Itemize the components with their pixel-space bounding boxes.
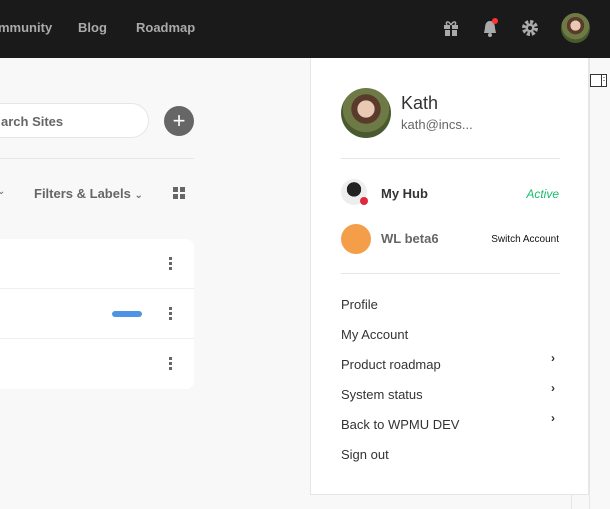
menu-back-to-wpmu-dev[interactable]: Back to WPMU DEV (341, 417, 459, 432)
hub-avatar (341, 179, 368, 205)
menu-system-status[interactable]: System status (341, 387, 423, 402)
divider (341, 273, 560, 274)
chevron-down-icon[interactable]: ⌄ (0, 186, 5, 197)
more-options-icon[interactable] (168, 257, 174, 272)
divider (0, 158, 194, 159)
nav-community[interactable]: mmunity (0, 20, 52, 35)
profile-avatar (341, 88, 391, 138)
hub-name: WL beta6 (381, 231, 439, 246)
user-email: kath@incs... (401, 117, 473, 132)
hub-name[interactable]: My Hub (381, 186, 428, 201)
chevron-down-icon: ⌄ (134, 190, 143, 201)
nav-blog[interactable]: Blog (78, 20, 107, 35)
chevron-right-icon: › (551, 381, 555, 395)
switch-account-button[interactable]: Switch Account (491, 234, 559, 245)
chevron-right-icon: › (551, 411, 555, 425)
more-options-icon[interactable] (168, 307, 174, 322)
sites-list (0, 239, 194, 389)
divider (341, 158, 560, 159)
bell-icon[interactable] (480, 18, 500, 38)
menu-product-roadmap[interactable]: Product roadmap (341, 357, 441, 372)
more-options-icon[interactable] (168, 357, 174, 372)
hub-avatar (341, 224, 371, 254)
menu-my-account[interactable]: My Account (341, 327, 408, 342)
site-row[interactable] (0, 239, 194, 289)
account-dropdown: Kath kath@incs... My Hub Active WL beta6… (310, 58, 589, 495)
panel-toggle-icon[interactable] (590, 74, 608, 88)
add-site-button[interactable]: + (164, 106, 194, 136)
grid-view-icon[interactable] (173, 187, 185, 199)
search-sites-input[interactable]: arch Sites (0, 103, 149, 138)
chevron-right-icon: › (551, 351, 555, 365)
site-row[interactable] (0, 339, 194, 389)
filters-label: Filters & Labels (34, 186, 131, 201)
site-row[interactable] (0, 289, 194, 339)
gear-icon[interactable] (520, 18, 540, 38)
divider (571, 495, 572, 509)
top-navbar: mmunity Blog Roadmap (0, 0, 610, 58)
menu-sign-out[interactable]: Sign out (341, 447, 389, 462)
gift-icon[interactable] (441, 18, 461, 38)
menu-profile[interactable]: Profile (341, 297, 378, 312)
nav-roadmap[interactable]: Roadmap (136, 20, 195, 35)
filters-labels-dropdown[interactable]: Filters & Labels ⌄ (34, 186, 143, 201)
side-strip (589, 58, 610, 509)
user-avatar[interactable] (561, 13, 590, 43)
progress-bar (112, 311, 142, 317)
hub-status: Active (526, 187, 559, 201)
user-name: Kath (401, 93, 439, 113)
